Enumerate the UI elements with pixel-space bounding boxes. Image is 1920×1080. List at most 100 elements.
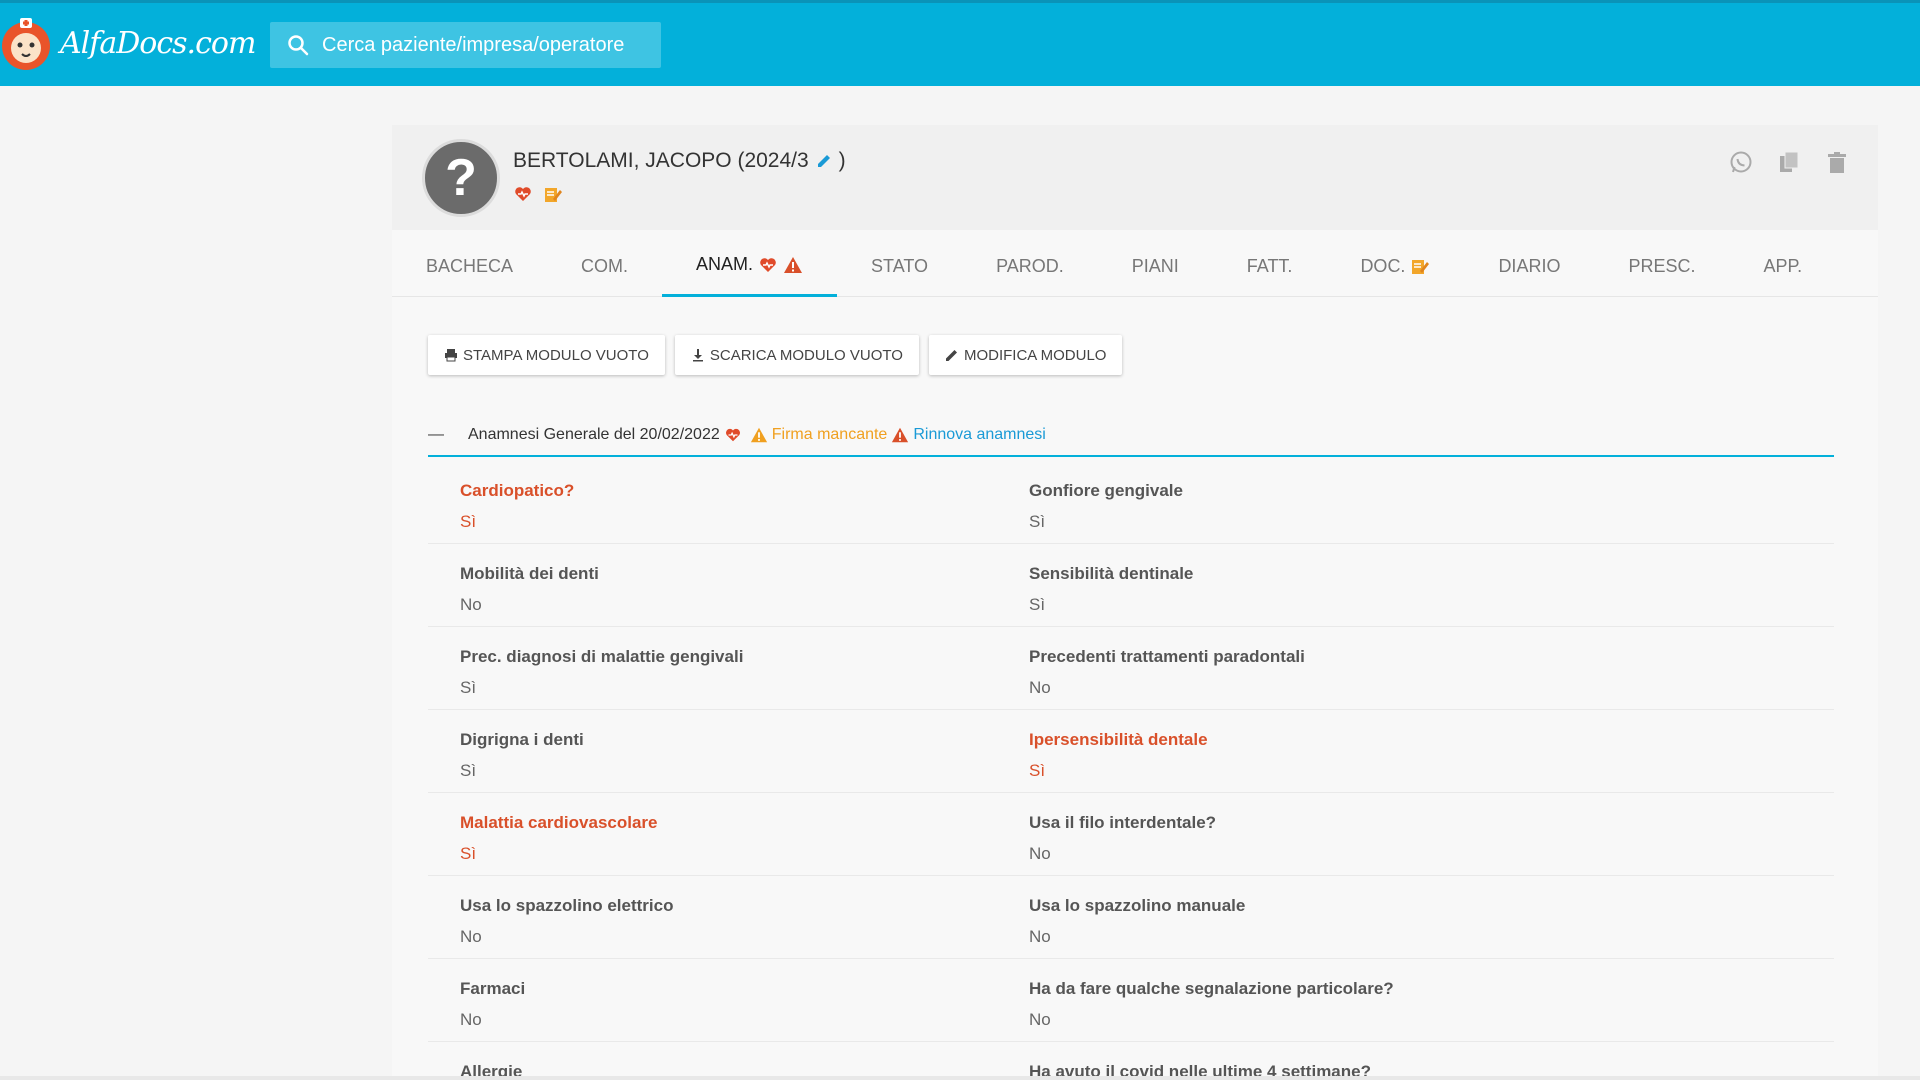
- answer: Sì: [460, 844, 477, 863]
- button-label: MODIFICA MODULO: [963, 346, 1107, 364]
- question: Cardiopatico?: [460, 481, 575, 500]
- question: Ha da fare qualche segnalazione particol…: [1029, 979, 1394, 998]
- tab-presc[interactable]: PRESC.: [1594, 235, 1729, 297]
- missing-signature-label: Firma mancante: [771, 426, 888, 443]
- question: Mobilità dei denti: [460, 564, 599, 583]
- patient-badges: [513, 184, 563, 204]
- question: Malattia cardiovascolare: [460, 813, 658, 832]
- tab-doc[interactable]: DOC.: [1326, 235, 1464, 297]
- trash-icon[interactable]: [1824, 150, 1850, 176]
- heart-icon: [515, 187, 531, 201]
- heart-icon: [725, 428, 740, 442]
- renew-anamnesis-link[interactable]: Rinnova anamnesi: [913, 426, 1046, 444]
- avatar[interactable]: ?: [422, 139, 500, 217]
- button-label: SCARICA MODULO VUOTO: [709, 346, 903, 364]
- tab-com[interactable]: COM.: [547, 235, 662, 297]
- tab-app[interactable]: APP.: [1729, 235, 1836, 297]
- tab-label: BACHECA: [426, 255, 514, 276]
- table-row: Cardiopatico? Sì Gonfiore gengivale Sì: [428, 461, 1834, 544]
- header-actions: [1728, 150, 1850, 176]
- tab-label: PAROD.: [996, 255, 1064, 276]
- tab-parod[interactable]: PAROD.: [962, 235, 1098, 297]
- form-actions: STAMPA MODULO VUOTO SCARICA MODULO VUOTO…: [428, 335, 1123, 375]
- answer: Sì: [1029, 761, 1046, 780]
- button-label: STAMPA MODULO VUOTO: [463, 346, 649, 364]
- patient-name: BERTOLAMI, JACOPO (2024/3 ): [513, 149, 846, 173]
- logo-text: AlfaDocs.com: [60, 25, 256, 61]
- table-row: Digrigna i denti Sì Ipersensibilità denta…: [428, 710, 1834, 793]
- edit-note-icon: [1412, 260, 1430, 274]
- top-bar: AlfaDocs.com Cerca paziente/impresa/oper…: [0, 0, 1920, 86]
- tab-label: STATO: [871, 255, 929, 276]
- patient-header: ? BERTOLAMI, JACOPO (2024/3 ): [392, 125, 1878, 230]
- question: Gonfiore gengivale: [1029, 481, 1183, 500]
- table-row: Prec. diagnosi di malattie gengivali Sì P…: [428, 627, 1834, 710]
- anamnesis-item: Mobilità dei denti No: [428, 544, 1029, 626]
- question: Prec. diagnosi di malattie gengivali: [460, 647, 744, 666]
- table-row: Usa lo spazzolino elettrico No Usa lo spa…: [428, 876, 1834, 959]
- print-empty-form-button[interactable]: STAMPA MODULO VUOTO: [428, 335, 665, 375]
- tab-fatt[interactable]: FATT.: [1213, 235, 1327, 297]
- question: Usa lo spazzolino elettrico: [460, 896, 674, 915]
- table-row: Farmaci No Ha da fare qualche segnalazion…: [428, 959, 1834, 1042]
- section-title: Anamnesi Generale del 20/02/2022: [468, 426, 720, 443]
- search-input[interactable]: Cerca paziente/impresa/operatore: [270, 22, 661, 68]
- tab-diario[interactable]: DIARIO: [1464, 235, 1594, 297]
- tab-piani[interactable]: PIANI: [1098, 235, 1213, 297]
- whatsapp-icon[interactable]: [1728, 150, 1754, 176]
- answer: Sì: [460, 761, 477, 780]
- copy-icon[interactable]: [1776, 150, 1802, 176]
- answer: No: [460, 595, 482, 614]
- table-row: Mobilità dei denti No Sensibilità dentina…: [428, 544, 1834, 627]
- anamnesis-item: Ipersensibilità dentale Sì: [1029, 710, 1834, 792]
- warning-icon: [784, 256, 803, 273]
- anamnesis-item: Usa lo spazzolino manuale No: [1029, 876, 1834, 958]
- answer: No: [460, 927, 482, 946]
- tab-label: FATT.: [1246, 255, 1293, 276]
- answer: No: [460, 1010, 482, 1029]
- anamnesis-item: Usa il filo interdentale? No: [1029, 793, 1834, 875]
- answer: Sì: [1029, 512, 1046, 531]
- table-row: Allergie Ha avuto il covid nelle ultime …: [428, 1042, 1834, 1080]
- anamnesis-item: Ha da fare qualche segnalazione particol…: [1029, 959, 1834, 1041]
- anamnesis-item: Gonfiore gengivale Sì: [1029, 461, 1834, 543]
- tab-label: ANAM.: [696, 254, 754, 274]
- anamnesis-grid: Cardiopatico? Sì Gonfiore gengivale Sì Mob…: [428, 461, 1834, 1080]
- printer-icon: [445, 349, 457, 362]
- answer: Sì: [460, 678, 477, 697]
- question: Sensibilità dentinale: [1029, 564, 1194, 583]
- tab-stato[interactable]: STATO: [837, 235, 962, 297]
- anamnesis-item: Sensibilità dentinale Sì: [1029, 544, 1834, 626]
- question: Digrigna i denti: [460, 730, 584, 749]
- question: Farmaci: [460, 979, 526, 998]
- patient-name-close: ): [838, 149, 846, 172]
- edit-form-button[interactable]: MODIFICA MODULO: [928, 335, 1123, 375]
- warning-icon: [750, 427, 767, 443]
- patient-card: ? BERTOLAMI, JACOPO (2024/3 ) BACHECA CO…: [392, 125, 1878, 1080]
- search-placeholder: Cerca paziente/impresa/operatore: [322, 33, 625, 56]
- anamnesis-item: Ha avuto il covid nelle ultime 4 settima…: [1029, 1042, 1834, 1080]
- search-icon: [288, 35, 309, 56]
- download-empty-form-button[interactable]: SCARICA MODULO VUOTO: [674, 335, 919, 375]
- patient-name-text: BERTOLAMI, JACOPO (2024/3: [513, 149, 809, 172]
- tab-anam[interactable]: ANAM.: [662, 235, 838, 297]
- anamnesis-item: Cardiopatico? Sì: [428, 461, 1029, 543]
- logo[interactable]: AlfaDocs.com: [0, 14, 256, 72]
- collapse-toggle[interactable]: —: [428, 426, 444, 444]
- lion-logo-icon: [2, 18, 50, 70]
- edit-pencil-icon[interactable]: [815, 152, 833, 170]
- question: Precedenti trattamenti paradontali: [1029, 647, 1305, 666]
- answer: No: [1029, 844, 1051, 863]
- tab-bacheca[interactable]: BACHECA: [392, 235, 547, 297]
- tab-label: DOC.: [1360, 255, 1406, 276]
- answer: No: [1029, 927, 1051, 946]
- answer: No: [1029, 678, 1051, 697]
- anamnesis-item: Digrigna i denti Sì: [428, 710, 1029, 792]
- question: Usa lo spazzolino manuale: [1029, 896, 1246, 915]
- tab-label: PIANI: [1131, 255, 1179, 276]
- answer: Sì: [1029, 595, 1046, 614]
- tab-label: DIARIO: [1498, 255, 1561, 276]
- answer: Sì: [460, 512, 477, 531]
- heart-icon: [760, 257, 776, 272]
- tab-label: COM.: [581, 255, 629, 276]
